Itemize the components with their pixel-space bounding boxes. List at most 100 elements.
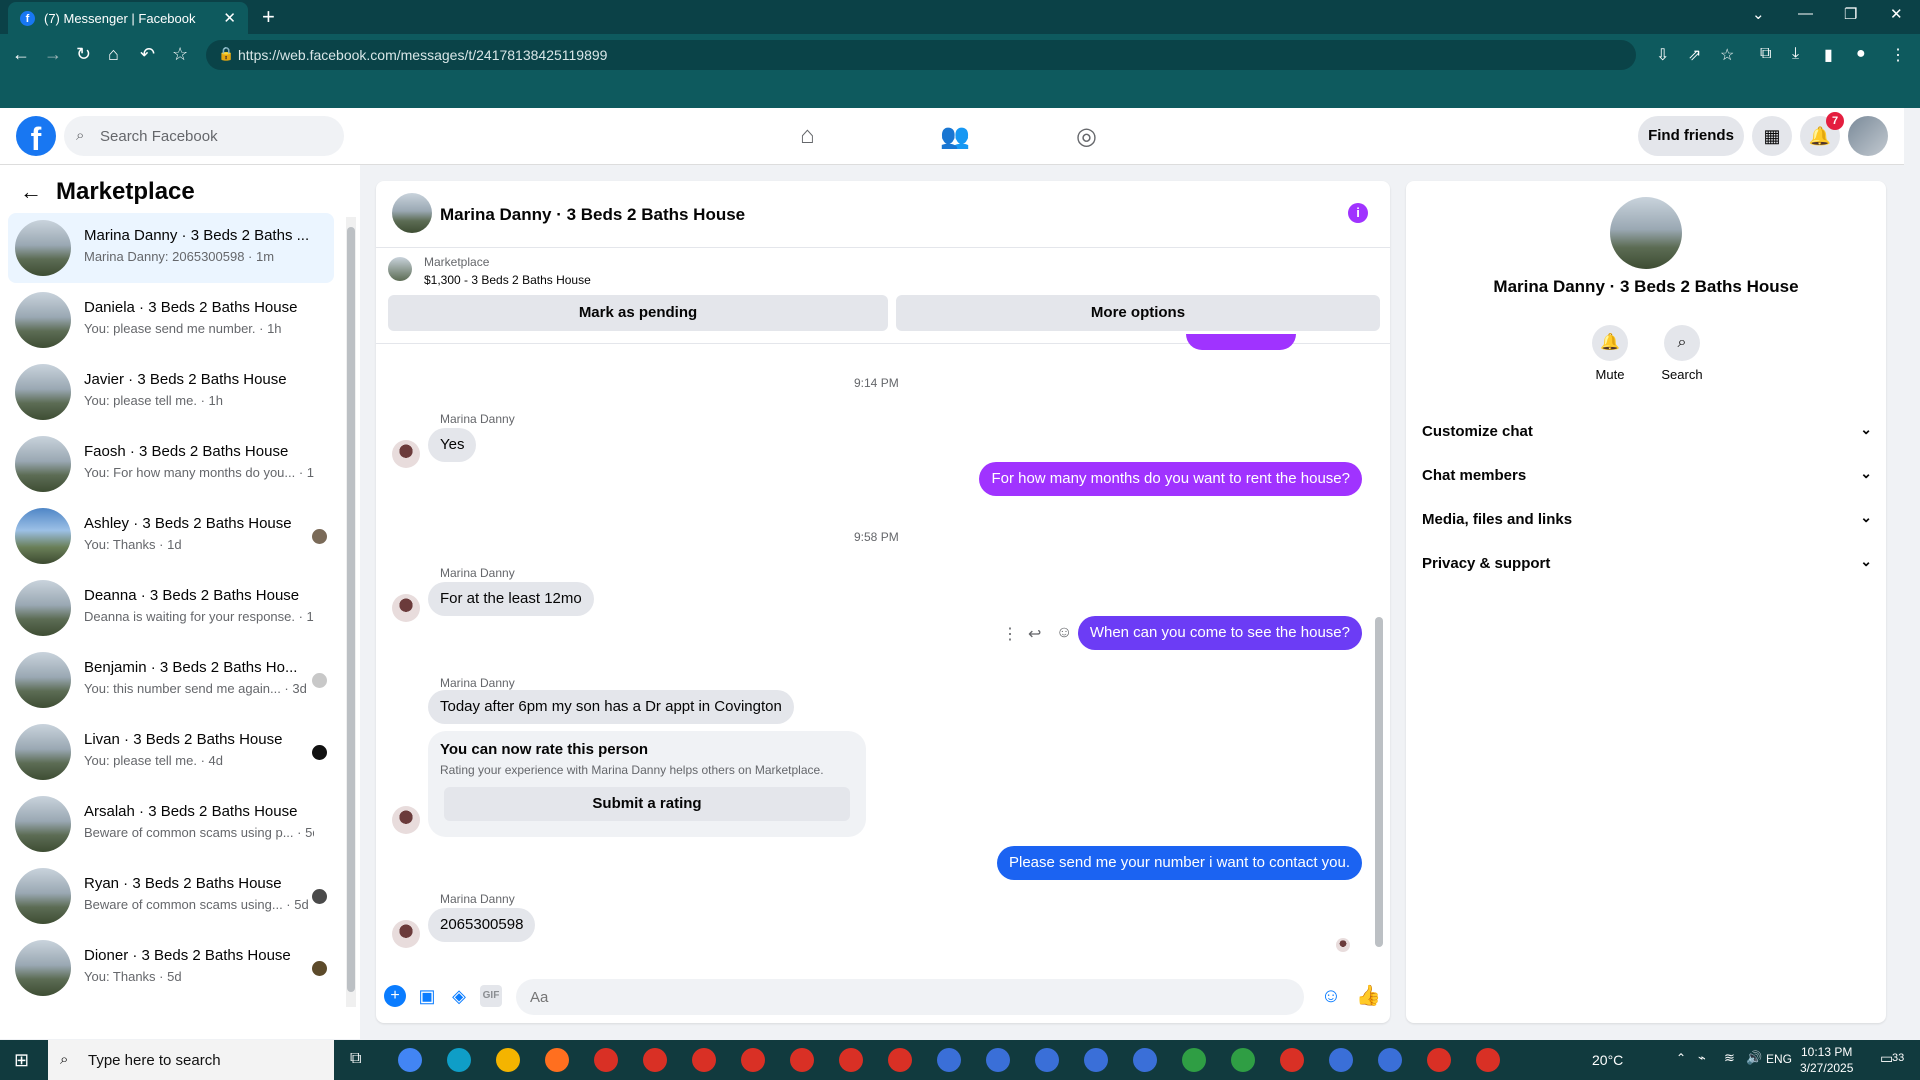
mute-bell-icon[interactable]: 🔔: [1592, 325, 1628, 361]
taskbar-app-icon[interactable]: [1378, 1048, 1402, 1072]
search-icon[interactable]: ⌕: [1664, 325, 1700, 361]
info-icon[interactable]: i: [1348, 203, 1368, 223]
message-bubble-incoming[interactable]: For at the least 12mo: [428, 582, 594, 616]
tab-search-icon[interactable]: ⌄: [1752, 5, 1765, 23]
conversation-item[interactable]: Javier · 3 Beds 2 Baths House You: please…: [8, 357, 334, 427]
conversation-item[interactable]: Faosh · 3 Beds 2 Baths House You: For how…: [8, 429, 334, 499]
sender-avatar[interactable]: [392, 594, 420, 622]
taskbar-app-icon[interactable]: [1476, 1048, 1500, 1072]
chat-scrollbar[interactable]: [1374, 347, 1384, 959]
temperature[interactable]: 20°C: [1592, 1052, 1623, 1068]
more-options-button[interactable]: More options: [896, 295, 1380, 331]
emoji-icon[interactable]: ☺: [1320, 985, 1342, 1007]
taskbar-app-icon[interactable]: [790, 1048, 814, 1072]
message-bubble-incoming[interactable]: 2065300598: [428, 908, 536, 942]
home-nav-icon[interactable]: ⌂: [800, 122, 815, 150]
profile-avatar[interactable]: [1610, 197, 1682, 269]
find-friends-button[interactable]: Find friends: [1638, 116, 1744, 156]
address-bar[interactable]: 🔒 https://web.facebook.com/messages/t/24…: [206, 40, 1636, 70]
info-section-row[interactable]: Customize chat ⌄: [1422, 411, 1872, 451]
message-bubble-incoming[interactable]: Today after 6pm my son has a Dr appt in …: [428, 690, 794, 724]
chat-avatar[interactable]: [392, 193, 432, 233]
taskbar-app-icon[interactable]: [1231, 1048, 1255, 1072]
browser-tab[interactable]: f (7) Messenger | Facebook ✕: [8, 2, 248, 34]
sender-avatar[interactable]: [392, 440, 420, 468]
message-bubble-outgoing[interactable]: When can you come to see the house?: [1077, 616, 1362, 650]
facebook-logo-icon[interactable]: f: [16, 116, 56, 157]
taskbar-app-icon[interactable]: [496, 1048, 520, 1072]
star-icon[interactable]: ☆: [1720, 45, 1734, 65]
conversation-scrollbar[interactable]: [346, 217, 356, 1007]
attach-photo-icon[interactable]: ▣: [416, 985, 438, 1007]
more-actions-icon[interactable]: ⋮: [1002, 624, 1018, 644]
close-window-icon[interactable]: ✕: [1890, 5, 1903, 23]
input-language[interactable]: ENG: [1766, 1052, 1792, 1066]
system-clock[interactable]: 10:13 PM 3/27/2025: [1800, 1044, 1853, 1076]
bookmark-star-icon[interactable]: ☆: [172, 44, 188, 65]
taskbar-app-icon[interactable]: [545, 1048, 569, 1072]
conversation-item[interactable]: Ryan · 3 Beds 2 Baths House Beware of com…: [8, 861, 334, 931]
volume-icon[interactable]: 🔊: [1746, 1050, 1762, 1066]
undo-icon[interactable]: ↶: [140, 44, 155, 65]
account-avatar[interactable]: [1848, 116, 1888, 156]
scrollbar-thumb[interactable]: [1375, 617, 1383, 947]
listing-thumbnail[interactable]: [388, 257, 412, 281]
conversation-item[interactable]: Deanna · 3 Beds 2 Baths House Deanna is w…: [8, 573, 334, 643]
info-section-row[interactable]: Privacy & support ⌄: [1422, 543, 1872, 583]
profile-icon[interactable]: ●: [1856, 45, 1866, 63]
message-bubble-outgoing[interactable]: Please send me your number i want to con…: [996, 846, 1362, 880]
gif-icon[interactable]: GIF: [480, 985, 502, 1007]
taskbar-app-icon[interactable]: [1182, 1048, 1206, 1072]
search-facebook-input[interactable]: ⌕ Search Facebook: [64, 116, 344, 156]
sender-avatar[interactable]: [392, 806, 420, 834]
sidebar-icon[interactable]: ▮: [1824, 45, 1833, 65]
download-icon[interactable]: ⤓: [1792, 45, 1799, 63]
taskbar-app-icon[interactable]: [1280, 1048, 1304, 1072]
back-arrow-icon[interactable]: ←: [20, 179, 42, 205]
taskbar-app-icon[interactable]: [1427, 1048, 1451, 1072]
taskbar-search-input[interactable]: ⌕ Type here to search: [48, 1040, 334, 1080]
message-input[interactable]: [516, 979, 1304, 1015]
taskbar-app-icon[interactable]: [1133, 1048, 1157, 1072]
conversation-item[interactable]: Benjamin · 3 Beds 2 Baths Ho... You: this…: [8, 645, 334, 715]
tray-chevron-icon[interactable]: ⌃: [1676, 1051, 1686, 1065]
submit-rating-button[interactable]: Submit a rating: [444, 787, 850, 821]
minimize-icon[interactable]: —: [1798, 5, 1813, 22]
windows-start-icon[interactable]: ⊞: [14, 1050, 29, 1071]
task-view-icon[interactable]: ⧉: [350, 1050, 361, 1068]
menu-dots-icon[interactable]: ⋮: [1890, 45, 1906, 65]
mark-as-pending-button[interactable]: Mark as pending: [388, 295, 888, 331]
info-section-row[interactable]: Chat members ⌄: [1422, 455, 1872, 495]
conversation-item[interactable]: Ashley · 3 Beds 2 Baths House You: Thanks…: [8, 501, 334, 571]
message-bubble-incoming[interactable]: Yes: [428, 428, 477, 462]
react-emoji-icon[interactable]: ☺: [1056, 624, 1072, 642]
taskbar-app-icon[interactable]: [447, 1048, 471, 1072]
taskbar-app-icon[interactable]: [594, 1048, 618, 1072]
taskbar-app-icon[interactable]: [937, 1048, 961, 1072]
share-icon[interactable]: ⇗: [1688, 45, 1701, 65]
close-tab-icon[interactable]: ✕: [223, 9, 236, 27]
taskbar-app-icon[interactable]: [1035, 1048, 1059, 1072]
new-tab-button[interactable]: +: [262, 4, 275, 30]
menu-grid-icon[interactable]: ▦: [1752, 116, 1792, 156]
taskbar-app-icon[interactable]: [839, 1048, 863, 1072]
crop-icon[interactable]: ⧉: [1760, 45, 1771, 63]
network-icon[interactable]: ⌁: [1698, 1050, 1706, 1066]
back-icon[interactable]: ←: [12, 44, 30, 65]
conversation-item[interactable]: Dioner · 3 Beds 2 Baths House You: Thanks…: [8, 933, 334, 1003]
taskbar-app-icon[interactable]: [741, 1048, 765, 1072]
taskbar-app-icon[interactable]: [1084, 1048, 1108, 1072]
taskbar-app-icon[interactable]: [986, 1048, 1010, 1072]
chat-title[interactable]: Marina Danny · 3 Beds 2 Baths House: [440, 205, 745, 225]
taskbar-app-icon[interactable]: [398, 1048, 422, 1072]
restore-icon[interactable]: ❐: [1844, 5, 1857, 23]
taskbar-app-icon[interactable]: [643, 1048, 667, 1072]
taskbar-app-icon[interactable]: [692, 1048, 716, 1072]
friends-nav-icon[interactable]: 👥: [940, 122, 970, 151]
taskbar-app-icon[interactable]: [1329, 1048, 1353, 1072]
sticker-icon[interactable]: ◈: [448, 985, 470, 1007]
conversation-item[interactable]: Livan · 3 Beds 2 Baths House You: please …: [8, 717, 334, 787]
listing-price[interactable]: $1,300 - 3 Beds 2 Baths House: [424, 273, 591, 287]
conversation-item[interactable]: Marina Danny · 3 Beds 2 Baths ... Marina …: [8, 213, 334, 283]
info-section-row[interactable]: Media, files and links ⌄: [1422, 499, 1872, 539]
